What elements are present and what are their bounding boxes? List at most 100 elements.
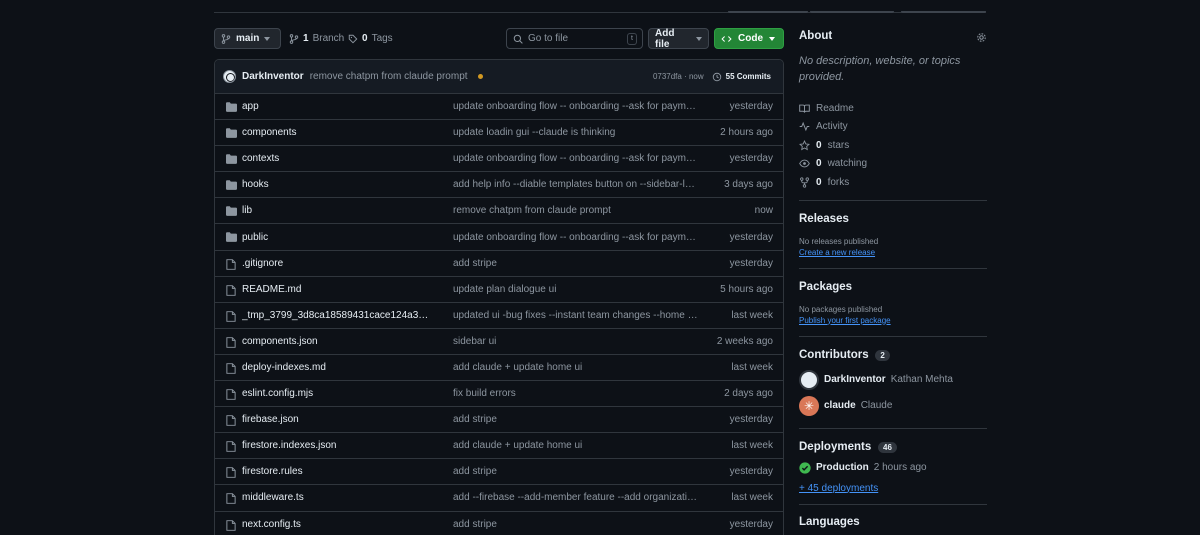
commit-author[interactable]: DarkInventor bbox=[242, 71, 304, 82]
folder-icon-wrap bbox=[226, 154, 237, 167]
deployments-count: 46 bbox=[878, 441, 897, 453]
releases-heading[interactable]: Releases bbox=[799, 213, 987, 225]
file-name-link[interactable]: app bbox=[242, 101, 432, 112]
file-name-link[interactable]: components bbox=[242, 127, 432, 138]
file-row[interactable]: middleware.ts add --firebase --add-member… bbox=[215, 485, 783, 512]
folder-icon bbox=[226, 180, 237, 191]
file-name-link[interactable]: README.md bbox=[242, 284, 432, 295]
file-commit-message[interactable]: add --firebase --add-member feature --ad… bbox=[453, 492, 698, 503]
branch-select-button[interactable]: main bbox=[214, 28, 281, 49]
file-icon-wrap bbox=[226, 310, 236, 325]
file-row[interactable]: README.md update plan dialogue ui 5 hours … bbox=[215, 277, 783, 303]
go-to-file-input[interactable]: Go to file t bbox=[506, 28, 643, 49]
file-name-link[interactable]: firebase.json bbox=[242, 414, 432, 425]
file-row[interactable]: firestore.indexes.json add claude + updat… bbox=[215, 433, 783, 460]
file-commit-message[interactable]: update onboarding flow -- onboarding --a… bbox=[453, 153, 698, 164]
commits-link[interactable]: 55 Commits bbox=[712, 72, 771, 82]
more-deployments-link[interactable]: + 45 deployments bbox=[799, 483, 987, 494]
file-commit-message[interactable]: add help info --diable templates button … bbox=[453, 179, 698, 190]
publish-package-link[interactable]: Publish your first package bbox=[799, 316, 987, 325]
book-icon bbox=[799, 104, 810, 113]
file-row[interactable]: deploy-indexes.md add claude + update hom… bbox=[215, 355, 783, 382]
file-name-link[interactable]: eslint.config.mjs bbox=[242, 388, 432, 399]
file-commit-message[interactable]: add stripe bbox=[453, 258, 698, 269]
file-icon bbox=[226, 337, 236, 348]
file-row[interactable]: lib remove chatpm from claude prompt now bbox=[215, 198, 783, 225]
file-name-link[interactable]: contexts bbox=[242, 153, 432, 164]
file-commit-message[interactable]: add claude + update home ui bbox=[453, 362, 698, 373]
stat-forks[interactable]: 0 forks bbox=[799, 173, 987, 192]
file-name-link[interactable]: middleware.ts bbox=[242, 492, 432, 503]
file-name-link[interactable]: hooks bbox=[242, 179, 432, 190]
folder-icon-wrap bbox=[226, 206, 237, 219]
file-row[interactable]: contexts update onboarding flow -- onboar… bbox=[215, 146, 783, 173]
contributor-item[interactable]: ✳ claude Claude bbox=[799, 393, 987, 419]
star-icon bbox=[799, 139, 810, 151]
file-name-link[interactable]: firestore.indexes.json bbox=[242, 440, 432, 451]
stat-stars[interactable]: 0 stars bbox=[799, 136, 987, 155]
file-row[interactable]: hooks add help info --diable templates bu… bbox=[215, 172, 783, 199]
file-row[interactable]: components update loadin gui --claude is … bbox=[215, 120, 783, 147]
file-commit-message[interactable]: add stripe bbox=[453, 414, 698, 425]
stat-Activity[interactable]: Activity bbox=[799, 118, 987, 137]
file-row[interactable]: next.config.ts add stripe yesterday bbox=[215, 512, 783, 535]
status-pending-dot[interactable] bbox=[477, 74, 483, 79]
file-commit-message[interactable]: sidebar ui bbox=[453, 336, 698, 347]
stat-watching[interactable]: 0 watching bbox=[799, 155, 987, 174]
author-avatar[interactable] bbox=[223, 70, 236, 83]
top-divider bbox=[214, 11, 986, 13]
file-name-link[interactable]: _tmp_3799_3d8ca18589431cace124a3190... bbox=[242, 310, 432, 321]
file-icon bbox=[226, 467, 236, 479]
packages-heading[interactable]: Packages bbox=[799, 281, 987, 293]
file-name-link[interactable]: deploy-indexes.md bbox=[242, 362, 432, 373]
commits-count: 55 Commits bbox=[725, 72, 771, 81]
file-commit-message[interactable]: update onboarding flow -- onboarding --a… bbox=[453, 101, 698, 112]
file-row[interactable]: firestore.rules add stripe yesterday bbox=[215, 459, 783, 486]
file-name-link[interactable]: firestore.rules bbox=[242, 466, 432, 477]
stat-Readme[interactable]: Readme bbox=[799, 99, 987, 118]
file-row[interactable]: public update onboarding flow -- onboardi… bbox=[215, 224, 783, 251]
commit-hash-time[interactable]: 0737dfa · now bbox=[653, 72, 704, 81]
file-name-link[interactable]: lib bbox=[242, 205, 432, 216]
file-row[interactable]: _tmp_3799_3d8ca18589431cace124a3190... up… bbox=[215, 303, 783, 329]
file-row[interactable]: app update onboarding flow -- onboarding … bbox=[215, 94, 783, 121]
deployments-heading[interactable]: Deployments bbox=[799, 441, 871, 453]
file-name-link[interactable]: next.config.ts bbox=[242, 519, 432, 530]
divider bbox=[799, 503, 987, 505]
file-row[interactable]: components.json sidebar ui 2 weeks ago bbox=[215, 329, 783, 355]
file-commit-message[interactable]: update loadin gui --claude is thinking bbox=[453, 127, 698, 138]
create-release-link[interactable]: Create a new release bbox=[799, 248, 987, 257]
file-commit-message[interactable]: update onboarding flow -- onboarding --a… bbox=[453, 232, 698, 243]
file-row[interactable]: eslint.config.mjs fix build errors 2 days … bbox=[215, 381, 783, 408]
contributor-name: Kathan Mehta bbox=[890, 374, 953, 385]
gear-icon[interactable] bbox=[976, 32, 987, 43]
file-commit-date: last week bbox=[731, 492, 773, 504]
file-commit-date: 2 hours ago bbox=[720, 127, 773, 139]
history-icon bbox=[712, 72, 721, 81]
chevron-down-icon bbox=[264, 36, 271, 41]
file-commit-message[interactable]: add claude + update home ui bbox=[453, 440, 698, 451]
file-commit-message[interactable]: update plan dialogue ui bbox=[453, 284, 698, 295]
file-icon-wrap bbox=[226, 493, 236, 507]
file-row[interactable]: firebase.json add stripe yesterday bbox=[215, 407, 783, 434]
add-file-button[interactable]: Add file bbox=[648, 28, 709, 50]
contributor-item[interactable]: DarkInventor Kathan Mehta bbox=[799, 367, 987, 393]
repo-stats: Readme Activity 0 stars 0 watching 0 forks bbox=[799, 99, 987, 192]
file-commit-message[interactable]: remove chatpm from claude prompt bbox=[453, 205, 698, 216]
file-commit-message[interactable]: updated ui -bug fixes --instant team cha… bbox=[453, 310, 698, 321]
file-name-link[interactable]: public bbox=[242, 232, 432, 243]
file-commit-message[interactable]: add stripe bbox=[453, 466, 698, 477]
contributors-header: Contributors 2 bbox=[799, 349, 987, 361]
file-name-link[interactable]: components.json bbox=[242, 336, 432, 347]
tags-link[interactable]: 0 Tags bbox=[348, 28, 393, 49]
file-name-link[interactable]: .gitignore bbox=[242, 258, 432, 269]
branches-link[interactable]: 1 Branch bbox=[289, 28, 344, 49]
contributors-heading[interactable]: Contributors bbox=[799, 349, 869, 361]
branch-count: 1 bbox=[303, 33, 309, 44]
commit-message[interactable]: remove chatpm from claude prompt bbox=[310, 71, 468, 82]
deployment-item[interactable]: Production 2 hours ago bbox=[799, 457, 987, 479]
file-commit-message[interactable]: fix build errors bbox=[453, 388, 698, 399]
code-button[interactable]: Code bbox=[714, 28, 784, 49]
file-row[interactable]: .gitignore add stripe yesterday bbox=[215, 251, 783, 277]
file-commit-message[interactable]: add stripe bbox=[453, 519, 698, 530]
